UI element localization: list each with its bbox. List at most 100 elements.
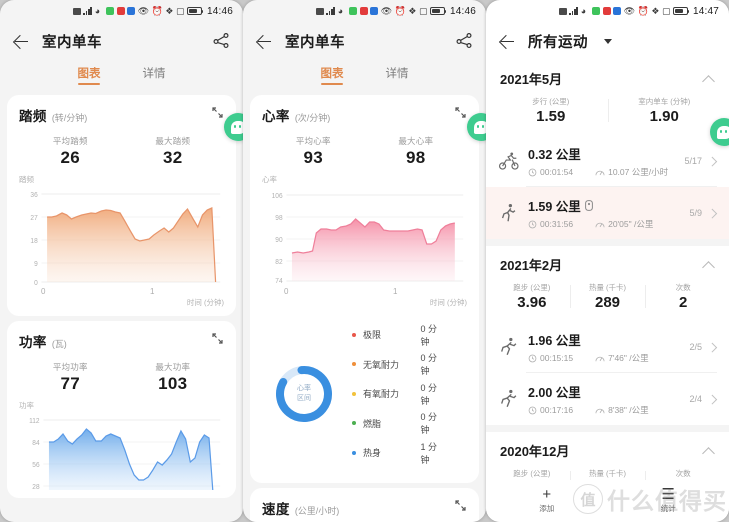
summary-label: 次数 [675, 283, 691, 292]
phone-panel-cadence-power: ◕ 👁 ⏰ ❖ ▢ 14:46 室内单车 图表 详情 踏频 (转/分钟) 平均踏… [0, 0, 243, 522]
battery-icon [186, 7, 204, 15]
chevron-right-icon[interactable] [708, 209, 717, 218]
activity-pace: 20'05" /公里 [608, 219, 654, 229]
sim-icon [72, 7, 81, 15]
cadence-avg-value: 26 [60, 148, 80, 167]
power-y-axis-name: 功率 [19, 401, 34, 410]
clock-icon [528, 406, 537, 414]
back-arrow-icon[interactable] [498, 32, 516, 50]
speedometer-icon [595, 222, 605, 227]
chevron-right-icon[interactable] [708, 395, 717, 404]
activity-pace-seg: 7'46" /公里 [595, 352, 649, 364]
play-icon [349, 7, 358, 15]
power-card: 功率 (瓦) 平均功率 77 最大功率 103 功率 112 84 56 28 [7, 321, 236, 498]
eye-icon: 👁 [137, 5, 150, 16]
status-time: 14:47 [692, 5, 719, 17]
activity-main: 0.32 公里 00:01:54 10.07 公里/小时 [528, 144, 684, 178]
zone-row: 燃脂 0 分钟 [352, 410, 463, 436]
running-icon [498, 388, 520, 410]
heartrate-max-stat: 最大心率 98 [365, 135, 468, 168]
content-scroll-2[interactable]: 心率 (次/分钟) 平均心率 93 最大心率 98 心率 106 98 90 8… [243, 90, 486, 522]
cadence-max-label: 最大踏频 [155, 136, 191, 146]
clock-icon [528, 168, 537, 176]
month-header-2021-02[interactable]: 2021年2月 [486, 246, 729, 278]
speed-card: 速度 (公里/小时) 平均速度 10.07 [250, 488, 479, 522]
chevron-up-icon[interactable] [703, 73, 715, 85]
activity-pace-seg: 10.07 公里/小时 [595, 166, 668, 178]
tab-detail[interactable]: 详情 [143, 65, 166, 85]
app-blue-icon [127, 7, 136, 15]
sim-icon [558, 7, 567, 15]
zone-row: 无氧耐力 0 分钟 [352, 351, 463, 377]
summary-value: 3.96 [517, 294, 547, 311]
month-header-2020-12[interactable]: 2020年12月 [486, 432, 729, 464]
bottom-bar: + 添加 ☰ 统计 [486, 480, 729, 522]
power-max-value: 103 [158, 374, 188, 393]
share-icon[interactable] [454, 31, 474, 51]
add-button[interactable]: + 添加 [486, 487, 608, 514]
zone-row: 极限 0 分钟 [352, 322, 463, 348]
activity-list-scroll[interactable]: 2021年5月 步行 (公里) 1.59 室内单车 (分钟) 1.90 0.32… [486, 60, 729, 522]
app-red-icon [359, 7, 368, 15]
svg-text:0: 0 [34, 280, 38, 286]
page-title: 室内单车 [42, 34, 102, 51]
power-chart: 功率 112 84 56 28 [19, 400, 224, 490]
activity-duration-seg: 00:15:15 [528, 353, 573, 363]
chevron-right-icon[interactable] [708, 157, 717, 166]
activity-duration: 00:17:16 [540, 405, 574, 415]
eye-icon: 👁 [380, 5, 393, 16]
vibrate-icon: ▢ [661, 5, 671, 16]
activity-filter-title[interactable]: 所有运动 [528, 31, 588, 52]
summary-label: 跑步 (公里) [513, 283, 551, 292]
expand-icon[interactable] [451, 496, 469, 514]
status-bar-1: ◕ 👁 ⏰ ❖ ▢ 14:46 [0, 0, 243, 22]
alarm-icon: ⏰ [151, 5, 163, 16]
content-scroll-1[interactable]: 踏频 (转/分钟) 平均踏频 26 最大踏频 32 踏频 36 27 18 9 … [0, 90, 243, 522]
chevron-up-icon[interactable] [703, 445, 715, 457]
cadence-chart: 踏频 36 27 18 9 0 0 1 时间 (分钟) [19, 174, 224, 308]
heart-zone-list: 极限 0 分钟 无氧耐力 0 分钟 有氧耐力 0 分钟 燃脂 0 分钟 热身 1… [352, 318, 463, 469]
power-title: 功率 [19, 335, 47, 350]
month-header-2021-05[interactable]: 2021年5月 [486, 60, 729, 92]
activity-row[interactable]: 1.96 公里 00:15:15 7'46" /公里 2/5 [486, 321, 729, 373]
summary-value: 1.59 [536, 108, 566, 125]
svg-text:56: 56 [32, 462, 40, 469]
expand-icon[interactable] [208, 329, 226, 347]
chevron-up-icon[interactable] [703, 259, 715, 271]
tab-chart[interactable]: 图表 [321, 65, 344, 85]
heartrate-x-tick-1: 1 [393, 287, 398, 296]
zone-name: 有氧耐力 [363, 389, 400, 399]
activity-row[interactable]: 1.59 公里 00:31:56 20'05" /公里 5/9 [486, 187, 729, 239]
activity-sub: 00:17:16 8'38" /公里 [528, 404, 689, 416]
share-icon[interactable] [211, 31, 231, 51]
power-max-label: 最大功率 [155, 362, 191, 372]
back-arrow-icon[interactable] [12, 32, 30, 50]
summary-cell: 跑步 (公里) 3.96 [494, 282, 570, 311]
zone-value: 0 分钟 [420, 382, 438, 406]
svg-text:36: 36 [30, 192, 38, 199]
svg-text:18: 18 [30, 238, 38, 245]
heartrate-title: 心率 [262, 109, 290, 124]
stats-button[interactable]: ☰ 统计 [608, 487, 729, 514]
back-arrow-icon[interactable] [255, 32, 273, 50]
chevron-down-icon[interactable] [604, 38, 612, 44]
heartrate-card-header: 心率 (次/分钟) [262, 105, 467, 125]
tab-detail[interactable]: 详情 [386, 65, 409, 85]
month-summary-2021-05: 步行 (公里) 1.59 室内单车 (分钟) 1.90 [486, 92, 729, 135]
summary-label: 步行 (公里) [532, 97, 570, 106]
power-stats: 平均功率 77 最大功率 103 [19, 361, 224, 394]
top-nav-2: 室内单车 [243, 22, 486, 60]
chevron-right-icon[interactable] [708, 343, 717, 352]
activity-row[interactable]: 2.00 公里 00:17:16 8'38" /公里 2/4 [486, 373, 729, 425]
summary-cell: 步行 (公里) 1.59 [494, 96, 608, 125]
tab-chart[interactable]: 图表 [78, 65, 101, 85]
activity-date: 5/17 [684, 156, 702, 166]
expand-icon[interactable] [208, 103, 226, 121]
heartrate-x-tick-0: 0 [284, 287, 289, 296]
activity-row[interactable]: 0.32 公里 00:01:54 10.07 公里/小时 5/17 [486, 135, 729, 187]
zone-value: 0 分钟 [420, 412, 438, 435]
device-badge-icon [584, 200, 593, 211]
battery-icon [672, 7, 690, 15]
vibrate-icon: ▢ [175, 5, 185, 16]
expand-icon[interactable] [451, 103, 469, 121]
